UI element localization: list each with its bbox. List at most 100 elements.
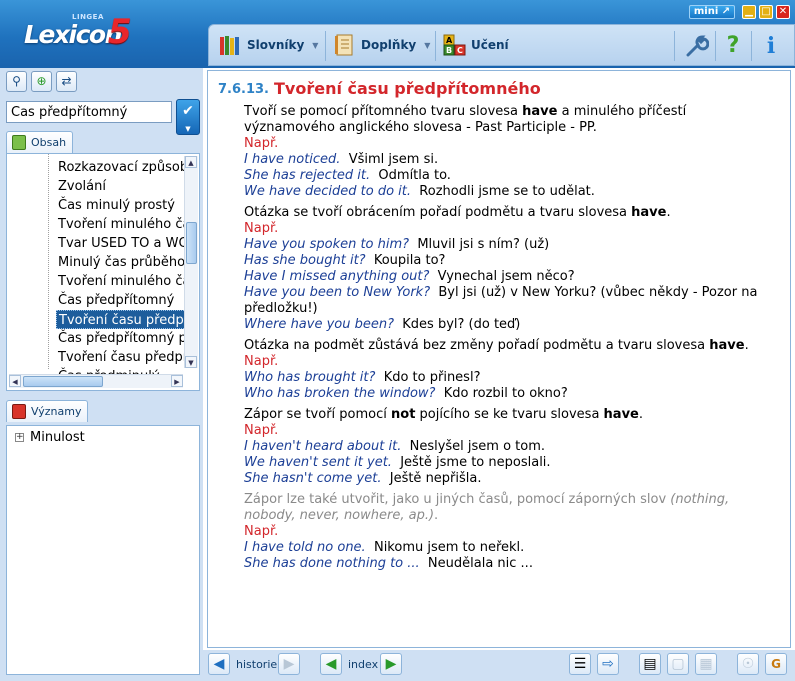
swap-language-icon[interactable]: ⇄ (56, 71, 77, 92)
example-marker: Např. (244, 221, 279, 236)
lexicon-logo: LINGEA Lexicon 5 (24, 12, 134, 56)
notebook-icon (333, 34, 355, 56)
paragraph: Otázka na podmět zůstává bez změny pořad… (244, 338, 749, 354)
english-example: She has rejected it. (244, 168, 371, 183)
tree-item-selected[interactable]: Tvoření času předpřítomného (56, 310, 186, 329)
scroll-right-arrow-icon[interactable]: ▶ (171, 375, 183, 387)
czech-translation: Ještě nepřišla. (389, 471, 482, 486)
tree-item[interactable]: Čas minulý prostý (56, 196, 186, 215)
example: Where have you been? Kdes byl? (do teď) (244, 317, 520, 333)
english-example: Have you spoken to him? (244, 237, 410, 252)
text: a minulého příčestí (557, 104, 687, 119)
grammar-icon[interactable]: G (765, 653, 787, 675)
menu-dictionaries[interactable]: Slovníky ▼ (219, 33, 318, 57)
mini-mode-button[interactable]: mini ↗ (689, 5, 735, 19)
czech-translation: Rozhodli jsme se to udělat. (419, 184, 595, 199)
info-icon[interactable]: i (759, 33, 783, 59)
scroll-up-arrow-icon[interactable]: ▲ (185, 156, 197, 168)
paragraph: významového anglického slovesa - Past Pa… (244, 120, 597, 136)
minimize-button[interactable]: ▁ (742, 5, 756, 19)
menu-addons[interactable]: Doplňky ▼ (333, 33, 430, 57)
scroll-down-arrow-icon[interactable]: ▼ (185, 356, 197, 368)
tree-connector (48, 154, 49, 369)
tree-item[interactable]: Tvar USED TO a WOULD (56, 234, 186, 253)
example-marker: Např. (244, 354, 279, 369)
scroll-left-arrow-icon[interactable]: ◀ (9, 375, 21, 387)
keyword: have (631, 205, 667, 220)
english-example: Have I missed anything out? (244, 269, 430, 284)
italic-text: nobody, never, nowhere, ap.) (244, 508, 435, 523)
menu-divider (325, 31, 326, 61)
tree-item[interactable]: Čas předpřítomný (56, 291, 186, 310)
text: významového anglického slovesa - Past Pa… (244, 120, 597, 135)
tab-contents[interactable]: Obsah (6, 131, 74, 153)
czech-translation: Mluvil jsi s ním? (už) (417, 237, 550, 252)
menu-dictionaries-label: Slovníky (247, 38, 305, 52)
text: Tvoří se pomocí přítomného tvaru slovesa (244, 104, 523, 119)
search-icon[interactable]: ⚲ (6, 71, 27, 92)
expand-icon[interactable]: + (15, 433, 24, 442)
example: Who has broken the window? Kdo rozbil to… (244, 386, 568, 402)
scroll-thumb[interactable] (23, 376, 103, 387)
zoom-search-icon[interactable]: ⊕ (31, 71, 52, 92)
save-icon[interactable]: ▦ (695, 653, 717, 675)
meaning-item[interactable]: + Minulost (15, 430, 85, 445)
tree-item[interactable]: Minulý čas průběhový (56, 253, 186, 272)
keyword: have (603, 407, 639, 422)
italic-text: (nothing, (670, 492, 730, 507)
chevron-down-icon: ▼ (185, 125, 191, 133)
text: Zápor lze také utvořit, jako u jiných ča… (244, 492, 671, 507)
text: . (666, 205, 671, 220)
example: She has rejected it. Odmítla to. (244, 168, 451, 184)
tree-item[interactable]: Tvoření minulého času průběhového (56, 272, 186, 291)
tree-item[interactable]: Tvoření minulého času (56, 215, 186, 234)
svg-text:A: A (446, 36, 453, 45)
forward-arrow-icon[interactable]: ▶ (278, 653, 300, 675)
tree-item[interactable]: Tvoření času předpřítomného průběhového (56, 348, 186, 367)
chevron-down-icon: ▼ (424, 40, 431, 50)
example: We haven't sent it yet. Ještě jsme to ne… (244, 455, 551, 471)
index-prev-arrow-icon[interactable]: ◀ (320, 653, 342, 675)
example: Have you been to New York? Byl jsi (už) … (244, 285, 757, 301)
example: Have I missed anything out? Vynechal jse… (244, 269, 575, 285)
pronunciation-icon[interactable]: ☰ (569, 653, 591, 675)
search-input[interactable] (6, 101, 172, 123)
meaning-label: Minulost (30, 430, 85, 445)
text: . (744, 338, 749, 353)
paragraph: Otázka se tvoří obrácením pořadí podmětu… (244, 205, 671, 221)
index-label[interactable]: index (348, 658, 378, 671)
czech-translation: Kdo rozbil to okno? (443, 386, 568, 401)
text: Otázka se tvoří obrácením pořadí podmětu… (244, 205, 632, 220)
abc-blocks-icon: ABC (443, 34, 466, 56)
tree-horizontal-scrollbar[interactable]: ◀ ▶ (9, 374, 183, 388)
czech-translation: Odmítla to. (378, 168, 451, 183)
czech-translation: Kdes byl? (do teď) (402, 317, 521, 332)
index-next-arrow-icon[interactable]: ▶ (380, 653, 402, 675)
menu-learning[interactable]: ABC Učení (443, 33, 509, 57)
history-label[interactable]: historie (236, 658, 277, 671)
section-title: Tvoření času předpřítomného (274, 79, 541, 98)
english-example: Who has brought it? (244, 370, 376, 385)
meanings-icon (12, 404, 26, 419)
example: Has she bought it? Koupila to? (244, 253, 445, 269)
wrench-icon[interactable] (685, 33, 710, 59)
tree-item[interactable]: Zvolání (56, 177, 186, 196)
maximize-button[interactable]: □ (759, 5, 773, 19)
close-button[interactable]: ✕ (776, 5, 790, 19)
notes-icon[interactable]: ▤ (639, 653, 661, 675)
tree-item[interactable]: Čas předpřítomný průběhový (56, 329, 186, 348)
hint-icon[interactable]: ☉ (737, 653, 759, 675)
english-example: She has done nothing to ... (244, 556, 420, 571)
left-panel: ⚲ ⊕ ⇄ ✔ ▼ Obsah Rozkazovací způsob Zvolá… (0, 68, 203, 681)
keyword: have (522, 104, 558, 119)
tree-item[interactable]: Rozkazovací způsob (56, 158, 186, 177)
logo-word: Lexicon (24, 20, 122, 49)
tree-vertical-scrollbar[interactable]: ▲ ▼ (184, 156, 198, 368)
card-icon[interactable]: ▢ (667, 653, 689, 675)
back-arrow-icon[interactable]: ◀ (208, 653, 230, 675)
copy-to-clipboard-icon[interactable]: ⇨ (597, 653, 619, 675)
scroll-thumb[interactable] (186, 222, 197, 264)
tab-meanings[interactable]: Významy (6, 400, 89, 422)
help-icon[interactable]: ? (721, 33, 745, 59)
search-go-button[interactable]: ✔ ▼ (176, 99, 200, 135)
